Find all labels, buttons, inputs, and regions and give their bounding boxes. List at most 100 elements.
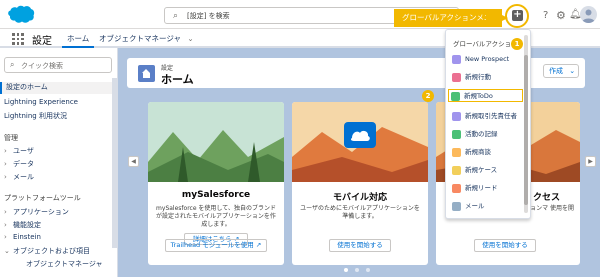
sidebar-item-lightning-usage[interactable]: Lightning 利用状況 <box>4 111 67 121</box>
sidebar-item-feature-settings[interactable]: › 機能設定 <box>4 220 41 230</box>
sidebar-item-label: ユーザ <box>13 147 34 155</box>
gear-icon[interactable]: ⚙ <box>556 9 566 22</box>
step-badge-2: 2 <box>422 90 434 102</box>
global-actions-button[interactable]: + <box>512 10 523 21</box>
menu-item-log-activity[interactable]: 活動の記録 <box>450 128 522 141</box>
menu-item-label: 新規リード <box>465 184 498 192</box>
menu-item-label: 新規行動 <box>465 73 491 81</box>
menu-item-label: 新規取引先責任者 <box>465 112 517 120</box>
menu-item-label: 新規ToDo <box>464 92 493 100</box>
carousel-next-button[interactable]: ▶ <box>585 156 596 167</box>
menu-scrollbar-thumb[interactable] <box>524 55 528 205</box>
menu-item-new-lead[interactable]: 新規リード <box>450 182 522 195</box>
chevron-right-icon: › <box>4 208 7 216</box>
get-started-button[interactable]: 使用を開始する <box>474 239 536 252</box>
chevron-down-icon[interactable]: ⌄ <box>187 34 193 43</box>
external-link-icon: ↗ <box>255 241 262 249</box>
search-icon: ⌕ <box>173 11 179 21</box>
sidebar-item-label: Einstein <box>13 233 41 241</box>
global-actions-menu: グローバルアクショ New Prospect 新規行動 新規ToDo 新規取引先… <box>445 29 531 219</box>
card-description: ユーザのためにモバイルアプリケーションを準備します。 <box>300 205 420 220</box>
card-description: mySalesforce を使用して、独自のブランドが設定されたモバイルアプリケ… <box>156 205 276 228</box>
menu-item-new-event[interactable]: 新規行動 <box>450 71 522 84</box>
sidebar-item-objects-and-fields[interactable]: ⌄ オブジェクトおよび項目 <box>4 246 90 256</box>
email-icon <box>452 202 461 211</box>
global-header: ⌕ [設定] を検索 グローバルアクションメニュー + ? ⚙ 🔔︎ <box>0 0 600 40</box>
menu-item-new-task[interactable]: 新規ToDo <box>448 89 523 102</box>
sidebar-item-label: オブジェクトおよび項目 <box>13 247 90 255</box>
menu-item-label: 新規商談 <box>465 148 491 156</box>
carousel-prev-button[interactable]: ◀ <box>128 156 139 167</box>
user-icon <box>582 9 595 23</box>
get-started-button[interactable]: 使用を開始する <box>329 239 391 252</box>
search-placeholder: [設定] を検索 <box>187 12 230 20</box>
avatar[interactable] <box>580 6 597 23</box>
sidebar-item-object-manager[interactable]: オブジェクトマネージャ <box>26 259 103 269</box>
menu-item-email[interactable]: メール <box>450 200 522 213</box>
page-title: ホーム <box>161 73 194 86</box>
prospect-icon <box>452 55 461 64</box>
quick-find-input[interactable]: ⌕ クイック検索 <box>4 57 112 73</box>
sidebar-scrollbar[interactable] <box>112 78 117 248</box>
menu-item-new-opportunity[interactable]: 新規商談 <box>450 146 522 159</box>
sidebar-item-apps[interactable]: › アプリケーション <box>4 207 69 217</box>
sidebar-item-label: アプリケーション <box>13 208 69 216</box>
sidebar-item-users[interactable]: › ユーザ <box>4 146 34 156</box>
sidebar-item-setup-home[interactable]: 設定のホーム <box>0 82 112 94</box>
menu-scrollbar[interactable] <box>524 35 528 213</box>
menu-item-label: 新規ケース <box>465 166 498 174</box>
carousel-dot[interactable] <box>355 268 359 272</box>
sidebar-item-label: 機能設定 <box>13 221 41 229</box>
sidebar-item-email[interactable]: › メール <box>4 172 34 182</box>
tab-object-manager-label: オブジェクトマネージャ <box>99 34 181 43</box>
lead-icon <box>452 184 461 193</box>
menu-item-label: メール <box>465 202 485 210</box>
sidebar-item-label: データ <box>13 160 34 168</box>
card-title: モバイル対応 <box>332 193 387 203</box>
chevron-down-icon: ⌄ <box>569 67 576 75</box>
sidebar-item-einstein[interactable]: › Einstein <box>4 233 41 241</box>
contact-icon <box>452 112 461 121</box>
chevron-down-icon: ⌄ <box>4 247 10 255</box>
menu-item-new-prospect[interactable]: New Prospect <box>450 53 522 66</box>
create-button-label: 作成 <box>549 67 563 75</box>
app-launcher-icon[interactable] <box>12 33 24 45</box>
sidebar-item-data[interactable]: › データ <box>4 159 34 169</box>
menu-item-new-contact[interactable]: 新規取引先責任者 <box>450 110 522 123</box>
sidebar-item-label: メール <box>13 173 34 181</box>
help-icon[interactable]: ? <box>543 10 548 21</box>
card-title: mySalesforce <box>181 190 251 200</box>
sidebar-section-administration: 管理 <box>4 134 18 142</box>
opportunity-icon <box>452 148 461 157</box>
menu-item-label: New Prospect <box>465 55 510 63</box>
app-name: 設定 <box>32 36 52 47</box>
chevron-right-icon: › <box>4 147 7 155</box>
create-button[interactable]: 作成 ⌄ <box>543 64 579 78</box>
menu-heading: グローバルアクショ <box>453 40 512 48</box>
tab-object-manager[interactable]: オブジェクトマネージャ ⌄ <box>94 29 199 48</box>
sidebar-section-platform-tools: プラットフォームツール <box>4 194 81 202</box>
home-icon <box>138 65 155 82</box>
card-illustration <box>292 102 428 182</box>
case-icon <box>452 166 461 175</box>
chevron-right-icon: › <box>4 233 7 241</box>
calendar-icon <box>452 73 461 82</box>
chevron-right-icon: › <box>4 221 7 229</box>
menu-item-label: 活動の記録 <box>465 130 498 138</box>
quick-find-placeholder: クイック検索 <box>21 62 63 70</box>
setup-sidebar: ⌕ クイック検索 設定のホーム Lightning Experience Lig… <box>0 48 118 277</box>
salesforce-logo[interactable] <box>5 4 35 25</box>
trailhead-button-label: Trailhead モジュールを使用 <box>170 241 254 249</box>
card-illustration <box>148 102 284 182</box>
step-badge-1: 1 <box>511 38 523 50</box>
trailhead-module-button[interactable]: Trailhead モジュールを使用 ↗ <box>165 239 267 252</box>
search-icon: ⌕ <box>10 60 15 69</box>
carousel-dot[interactable] <box>344 268 348 272</box>
tab-home[interactable]: ホーム <box>62 29 95 48</box>
carousel-dot[interactable] <box>366 268 370 272</box>
task-icon <box>451 92 460 101</box>
menu-item-new-case[interactable]: 新規ケース <box>450 164 522 177</box>
log-call-icon <box>452 130 461 139</box>
sidebar-item-lightning-experience[interactable]: Lightning Experience <box>4 98 78 106</box>
chevron-right-icon: › <box>4 160 7 168</box>
